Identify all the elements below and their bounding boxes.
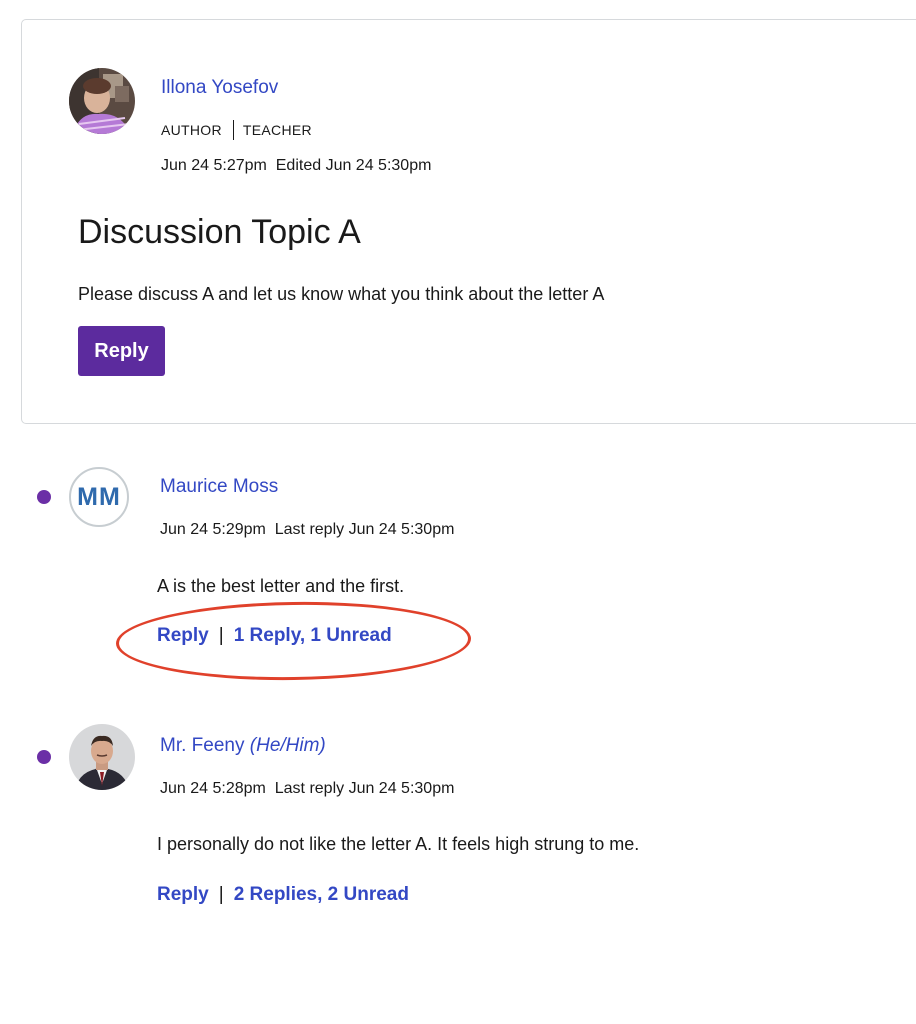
expand-replies-link[interactable]: 2 Replies, 2 Unread bbox=[234, 884, 409, 905]
entry-reply-link[interactable]: Reply bbox=[157, 884, 209, 905]
entry-timestamp: Jun 24 5:29pm Last reply Jun 24 5:30pm bbox=[160, 521, 454, 539]
role-teacher-badge: TEACHER bbox=[242, 122, 312, 138]
expand-replies-link[interactable]: 1 Reply, 1 Unread bbox=[234, 625, 392, 646]
entry-message: I personally do not like the letter A. I… bbox=[157, 834, 640, 854]
topic-body: Please discuss A and let us know what yo… bbox=[78, 284, 605, 304]
topic-timestamp: Jun 24 5:27pm Edited Jun 24 5:30pm bbox=[161, 157, 431, 175]
entry-avatar-photo[interactable] bbox=[69, 724, 135, 790]
role-separator bbox=[232, 120, 234, 140]
topic-edited-date: Edited Jun 24 5:30pm bbox=[275, 157, 432, 174]
entry-reply-link[interactable]: Reply bbox=[157, 625, 209, 646]
topic-title: Discussion Topic A bbox=[78, 213, 361, 251]
topic-reply-button[interactable]: Reply bbox=[78, 326, 165, 376]
entry-message: A is the best letter and the first. bbox=[157, 576, 405, 596]
unread-dot-icon bbox=[37, 490, 51, 504]
entry-author-label: Mr. Feeny bbox=[160, 735, 245, 756]
entry-author-pronouns: (He/Him) bbox=[249, 735, 326, 756]
user-photo-icon bbox=[69, 724, 135, 790]
role-author-badge: AUTHOR bbox=[161, 122, 222, 138]
entry-actions: Reply | 2 Replies, 2 Unread bbox=[157, 884, 409, 906]
topic-posted-date: Jun 24 5:27pm bbox=[161, 157, 267, 174]
entry-author-name[interactable]: Mr. Feeny (He/Him) bbox=[160, 735, 326, 757]
entry-posted-date: Jun 24 5:29pm bbox=[160, 521, 266, 538]
entry-last-reply: Last reply Jun 24 5:30pm bbox=[274, 521, 455, 538]
entry-posted-date: Jun 24 5:28pm bbox=[160, 780, 266, 797]
entry-actions: Reply | 1 Reply, 1 Unread bbox=[157, 625, 392, 647]
topic-author-name[interactable]: Illona Yosefov bbox=[161, 77, 278, 99]
entry-timestamp: Jun 24 5:28pm Last reply Jun 24 5:30pm bbox=[160, 780, 454, 798]
entry-last-reply: Last reply Jun 24 5:30pm bbox=[274, 780, 455, 797]
author-roles: AUTHOR TEACHER bbox=[161, 120, 312, 140]
author-avatar[interactable] bbox=[69, 68, 135, 134]
entry-author-name[interactable]: Maurice Moss bbox=[160, 476, 278, 498]
unread-dot-icon bbox=[37, 750, 51, 764]
author-photo-icon bbox=[69, 68, 135, 134]
action-divider: | bbox=[218, 625, 224, 646]
entry-avatar-initials[interactable]: MM bbox=[69, 467, 129, 527]
action-divider: | bbox=[218, 884, 224, 905]
discussion-topic-card: Illona Yosefov AUTHOR TEACHER Jun 24 5:27… bbox=[21, 19, 916, 424]
